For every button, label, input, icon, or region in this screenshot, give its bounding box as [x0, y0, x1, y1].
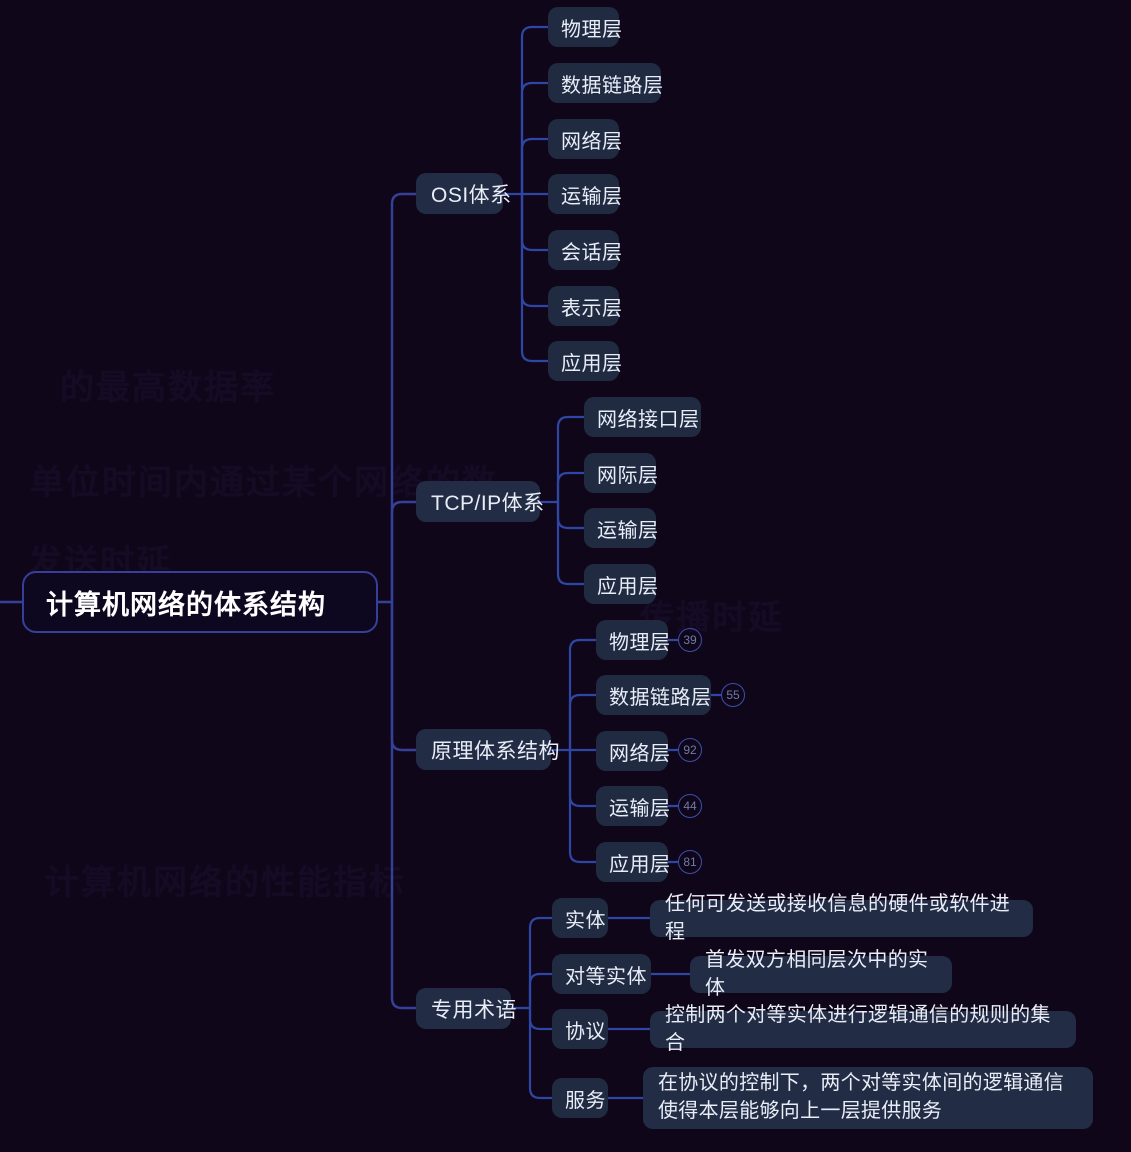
branch-node-osi[interactable]: OSI体系 — [416, 173, 511, 214]
leaf-node-principle-0[interactable]: 物理层 — [596, 620, 671, 660]
mindmap-canvas: 的最高数据率 单位时间内通过某个网络的数 发送时延 传播时延 计算机网络的性能指… — [0, 0, 1131, 1152]
leaf-node-osi-2[interactable]: 网络层 — [548, 119, 622, 159]
leaf-label: 数据链路层 — [561, 74, 664, 97]
leaf-node-osi-4[interactable]: 会话层 — [548, 230, 622, 270]
count-badge-value: 55 — [726, 688, 740, 702]
detail-node-term-1[interactable]: 首发双方相同层次中的实体 — [690, 949, 952, 999]
leaf-label: 运输层 — [561, 185, 623, 208]
leaf-node-term-0[interactable]: 实体 — [552, 898, 608, 938]
leaf-label: 数据链路层 — [609, 686, 712, 709]
watermark-line: 计算机网络的性能指标 — [45, 864, 405, 902]
leaf-label: 应用层 — [609, 853, 671, 876]
leaf-node-principle-2[interactable]: 网络层 — [596, 731, 671, 771]
count-badge-principle-1[interactable]: 55 — [721, 683, 745, 707]
leaf-label: 网络层 — [561, 130, 623, 153]
count-badge-value: 81 — [683, 855, 697, 869]
detail-text: 在协议的控制下，两个对等实体间的逻辑通信使得本层能够向上一层提供服务 — [658, 1072, 1064, 1122]
detail-node-term-0[interactable]: 任何可发送或接收信息的硬件或软件进程 — [650, 893, 1033, 943]
leaf-label: 网络接口层 — [597, 408, 700, 431]
leaf-node-osi-1[interactable]: 数据链路层 — [548, 63, 664, 103]
branch-label: 原理体系结构 — [431, 739, 560, 763]
leaf-node-tcpip-3[interactable]: 应用层 — [584, 564, 659, 604]
leaf-label: 协议 — [565, 1020, 606, 1043]
leaf-node-principle-3[interactable]: 运输层 — [596, 786, 671, 826]
count-badge-value: 39 — [683, 633, 697, 647]
leaf-label: 网际层 — [597, 464, 659, 487]
detail-text: 首发双方相同层次中的实体 — [705, 948, 929, 999]
leaf-label: 对等实体 — [565, 965, 647, 988]
count-badge-principle-3[interactable]: 44 — [678, 794, 702, 818]
count-badge-value: 44 — [683, 799, 697, 813]
leaf-node-tcpip-0[interactable]: 网络接口层 — [584, 397, 701, 437]
leaf-node-principle-4[interactable]: 应用层 — [596, 842, 671, 882]
detail-text: 任何可发送或接收信息的硬件或软件进程 — [665, 892, 1011, 943]
watermark-line: 的最高数据率 — [60, 369, 276, 407]
leaf-label: 实体 — [565, 909, 606, 932]
leaf-node-tcpip-2[interactable]: 运输层 — [584, 508, 659, 548]
leaf-label: 应用层 — [561, 352, 623, 375]
leaf-label: 物理层 — [561, 18, 623, 41]
detail-node-term-3[interactable]: 在协议的控制下，两个对等实体间的逻辑通信使得本层能够向上一层提供服务 — [643, 1067, 1093, 1129]
detail-node-term-2[interactable]: 控制两个对等实体进行逻辑通信的规则的集合 — [650, 1004, 1076, 1054]
leaf-node-osi-6[interactable]: 应用层 — [548, 341, 622, 381]
leaf-node-osi-0[interactable]: 物理层 — [548, 7, 622, 47]
leaf-label: 物理层 — [609, 631, 671, 654]
branch-label: TCP/IP体系 — [431, 491, 545, 515]
count-badge-principle-0[interactable]: 39 — [678, 628, 702, 652]
count-badge-principle-4[interactable]: 81 — [678, 850, 702, 874]
count-badge-principle-2[interactable]: 92 — [678, 738, 702, 762]
leaf-node-tcpip-1[interactable]: 网际层 — [584, 453, 659, 493]
detail-text: 控制两个对等实体进行逻辑通信的规则的集合 — [665, 1003, 1051, 1054]
leaf-node-osi-3[interactable]: 运输层 — [548, 174, 622, 214]
leaf-node-term-2[interactable]: 协议 — [552, 1009, 608, 1049]
root-node-label: 计算机网络的体系结构 — [46, 589, 326, 620]
branch-label: OSI体系 — [431, 183, 512, 207]
leaf-label: 网络层 — [609, 742, 671, 765]
branch-node-tcpip[interactable]: TCP/IP体系 — [416, 481, 544, 522]
leaf-label: 运输层 — [597, 519, 659, 542]
leaf-node-term-3[interactable]: 服务 — [552, 1078, 608, 1118]
branch-label: 专用术语 — [431, 998, 517, 1022]
leaf-label: 表示层 — [561, 297, 623, 320]
leaf-label: 会话层 — [561, 241, 623, 264]
branch-node-principle[interactable]: 原理体系结构 — [416, 729, 560, 770]
branch-node-terminology[interactable]: 专用术语 — [416, 988, 517, 1029]
root-node[interactable]: 计算机网络的体系结构 — [22, 571, 378, 633]
leaf-node-principle-1[interactable]: 数据链路层 — [596, 675, 711, 715]
leaf-label: 运输层 — [609, 797, 671, 820]
leaf-node-osi-5[interactable]: 表示层 — [548, 286, 622, 326]
leaf-label: 服务 — [565, 1089, 606, 1112]
leaf-node-term-1[interactable]: 对等实体 — [552, 954, 651, 994]
count-badge-value: 92 — [683, 743, 697, 757]
leaf-label: 应用层 — [597, 575, 659, 598]
